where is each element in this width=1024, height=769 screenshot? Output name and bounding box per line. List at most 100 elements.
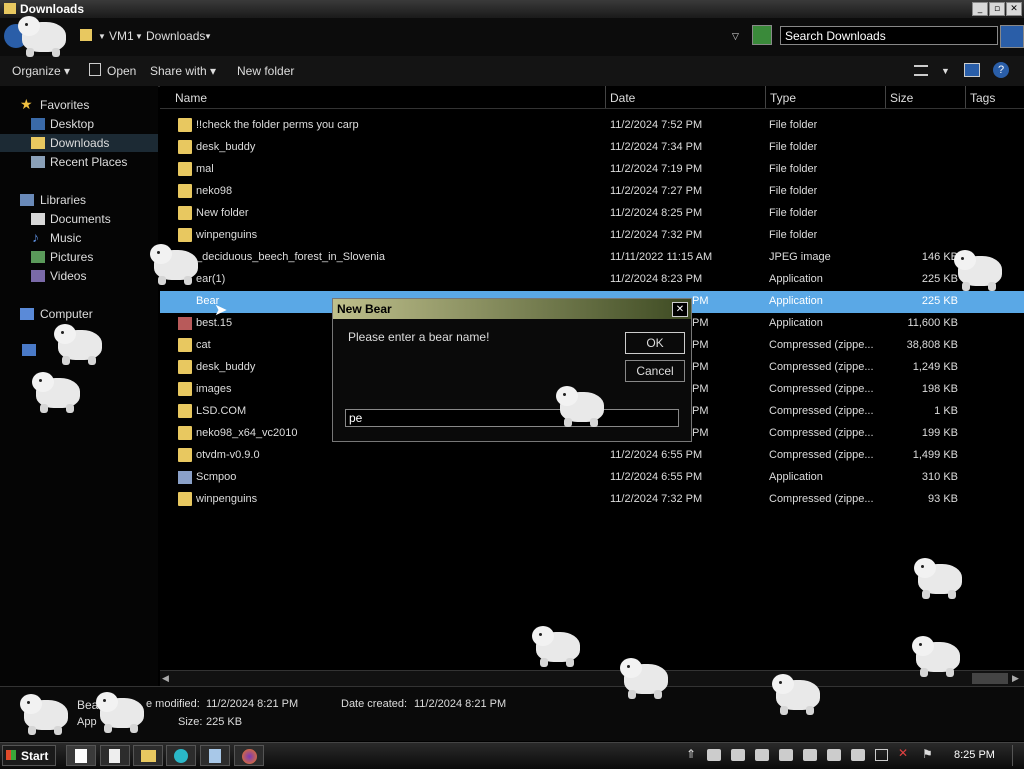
downloads-icon — [31, 137, 45, 149]
polar-bear-sprite[interactable] — [150, 242, 202, 286]
volume-muted-icon[interactable]: ✕ — [898, 746, 908, 760]
taskbar-notepad2-button[interactable] — [200, 745, 230, 766]
nav-favorites[interactable]: Favorites — [40, 98, 89, 112]
column-separator[interactable] — [965, 86, 966, 108]
details-pane: Bea App e modified: 11/2/2024 8:21 PM Si… — [0, 686, 1024, 741]
file-type: Application — [769, 295, 823, 307]
breadcrumb-separator-icon[interactable]: ▼ — [98, 32, 106, 41]
taskbar-ie-button[interactable] — [166, 745, 196, 766]
taskbar-notepad-button[interactable] — [66, 745, 96, 766]
polar-bear-sprite[interactable] — [54, 322, 106, 366]
breadcrumb-vm1[interactable]: VM1 — [109, 29, 134, 43]
pictures-icon — [31, 251, 45, 263]
close-icon[interactable]: ✕ — [672, 302, 688, 317]
column-header-size[interactable]: Size — [890, 91, 913, 105]
view-options-icon[interactable] — [914, 65, 928, 76]
new-folder-button[interactable]: New folder — [237, 64, 294, 78]
nav-item-pictures[interactable]: Pictures — [50, 250, 93, 264]
cancel-button[interactable]: Cancel — [625, 360, 685, 382]
scroll-thumb[interactable] — [972, 673, 1008, 684]
table-row[interactable]: neko98 11/2/2024 7:27 PM File folder — [160, 181, 1024, 203]
network-icon[interactable] — [875, 749, 888, 761]
horizontal-scrollbar[interactable]: ◀ ▶ — [160, 670, 1024, 687]
column-header-date[interactable]: Date — [610, 91, 635, 105]
column-header-type[interactable]: Type — [770, 91, 796, 105]
polar-bear-sprite[interactable] — [772, 672, 824, 716]
bear-tray-icon[interactable] — [731, 749, 745, 761]
nav-item-downloads[interactable]: Downloads — [50, 136, 109, 150]
nav-computer[interactable]: Computer — [40, 307, 93, 321]
bear-tray-icon[interactable] — [851, 749, 865, 761]
open-button[interactable]: Open — [107, 64, 136, 78]
bear-tray-icon[interactable] — [803, 749, 817, 761]
maximize-button[interactable]: ▫ — [989, 2, 1005, 16]
organize-button[interactable]: Organize ▾ — [12, 64, 70, 78]
table-row[interactable]: ear(1) 11/2/2024 8:23 PM Application 225 KB — [160, 269, 1024, 291]
bear-tray-icon[interactable] — [755, 749, 769, 761]
file-type: File folder — [769, 163, 818, 175]
table-row[interactable]: winpenguins 11/2/2024 7:32 PM File folder — [160, 225, 1024, 247]
help-icon[interactable]: ? — [993, 62, 1009, 78]
polar-bear-sprite[interactable] — [914, 556, 966, 600]
search-input[interactable] — [780, 26, 998, 45]
polar-bear-sprite[interactable] — [18, 14, 70, 58]
preview-pane-icon[interactable] — [964, 63, 980, 77]
bear-tray-icon[interactable] — [779, 749, 793, 761]
file-type: Compressed (zippe... — [769, 427, 874, 439]
polar-bear-sprite[interactable] — [96, 690, 148, 734]
nav-item-documents[interactable]: Documents — [50, 212, 111, 226]
column-header-name[interactable]: Name — [175, 91, 207, 105]
table-row[interactable]: New folder 11/2/2024 8:25 PM File folder — [160, 203, 1024, 225]
table-row[interactable]: _deciduous_beech_forest_in_Slovenia 11/11… — [160, 247, 1024, 269]
chevron-down-icon[interactable]: ▼ — [204, 32, 212, 41]
taskbar-explorer-button[interactable] — [133, 745, 163, 766]
share-with-button[interactable]: Share with ▾ — [150, 64, 216, 78]
action-center-flag-icon[interactable]: ⚑ — [922, 747, 933, 761]
view-dropdown-icon[interactable]: ▼ — [941, 66, 950, 76]
clock[interactable]: 8:25 PM — [954, 749, 995, 761]
folder-icon — [178, 162, 192, 176]
column-separator[interactable] — [605, 86, 606, 108]
start-button[interactable]: Start — [2, 745, 56, 766]
scroll-right-icon[interactable]: ▶ — [1012, 673, 1019, 684]
zip-folder-icon — [178, 338, 192, 352]
file-type: Compressed (zippe... — [769, 493, 874, 505]
nav-item-recent-places[interactable]: Recent Places — [50, 155, 127, 169]
bear-tray-icon[interactable] — [827, 749, 841, 761]
bear-name-input[interactable] — [345, 409, 679, 427]
nav-item-music[interactable]: Music — [50, 231, 81, 245]
polar-bear-sprite[interactable] — [954, 248, 1006, 292]
show-hidden-icons[interactable]: ⇑ — [686, 747, 696, 761]
column-header-tags[interactable]: Tags — [970, 91, 995, 105]
polar-bear-sprite[interactable] — [32, 370, 84, 414]
column-separator[interactable] — [885, 86, 886, 108]
polar-bear-sprite[interactable] — [912, 634, 964, 678]
nav-libraries[interactable]: Libraries — [40, 193, 86, 207]
scroll-left-icon[interactable]: ◀ — [162, 673, 169, 684]
taskbar-firefox-button[interactable] — [234, 745, 264, 766]
table-row[interactable]: !!check the folder perms you carp 11/2/20… — [160, 115, 1024, 137]
chevron-down-icon[interactable]: ▼ — [135, 32, 143, 41]
file-type: File folder — [769, 207, 818, 219]
history-dropdown-icon[interactable]: ▽ — [732, 31, 739, 42]
nav-item-videos[interactable]: Videos — [50, 269, 86, 283]
search-icon[interactable] — [1000, 25, 1024, 48]
show-desktop-button[interactable] — [1012, 745, 1023, 766]
table-row[interactable]: otvdm-v0.9.0 11/2/2024 6:55 PM Compressed … — [160, 445, 1024, 467]
column-separator[interactable] — [765, 86, 766, 108]
table-row[interactable]: mal 11/2/2024 7:19 PM File folder — [160, 159, 1024, 181]
table-row[interactable]: winpenguins 11/2/2024 7:32 PM Compressed (… — [160, 489, 1024, 511]
close-button[interactable]: ✕ — [1006, 2, 1022, 16]
nav-item-desktop[interactable]: Desktop — [50, 117, 94, 131]
minimize-button[interactable]: _ — [972, 2, 988, 16]
bear-tray-icon[interactable] — [707, 749, 721, 761]
taskbar-document-button[interactable] — [100, 745, 130, 766]
polar-bear-sprite[interactable] — [556, 384, 608, 428]
ok-button[interactable]: OK — [625, 332, 685, 354]
polar-bear-sprite[interactable] — [532, 624, 584, 668]
refresh-button[interactable] — [752, 25, 772, 45]
breadcrumb-downloads[interactable]: Downloads — [146, 29, 205, 43]
polar-bear-sprite[interactable] — [620, 656, 672, 700]
table-row[interactable]: desk_buddy 11/2/2024 7:34 PM File folder — [160, 137, 1024, 159]
table-row[interactable]: Scmpoo 11/2/2024 6:55 PM Application 310 KB — [160, 467, 1024, 489]
